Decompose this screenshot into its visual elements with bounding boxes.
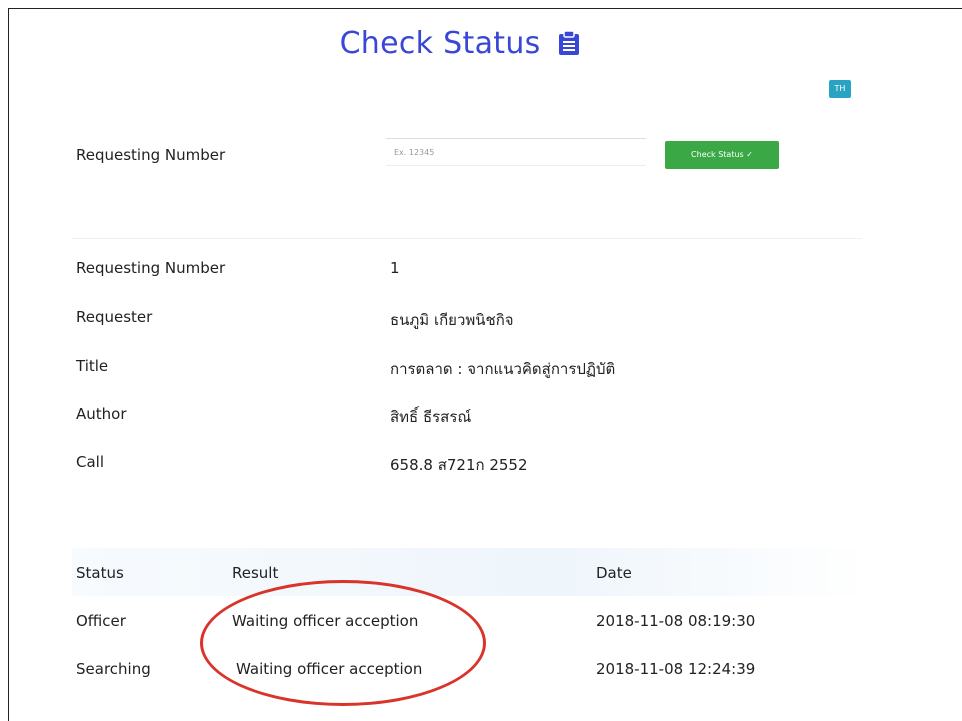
clipboard-list-icon (558, 29, 580, 64)
status-header-status: Status (76, 564, 124, 582)
date-cell: 2018-11-08 12:24:39 (596, 660, 756, 678)
detail-value: 1 (390, 259, 400, 277)
check-icon: ✓ (746, 150, 753, 159)
detail-label: Call (76, 453, 105, 471)
status-table-header (72, 548, 872, 596)
search-label: Requesting Number (76, 146, 226, 164)
status-cell: Officer (76, 612, 126, 630)
detail-value: 658.8 ส721ก 2552 (390, 456, 528, 474)
detail-label: Author (76, 405, 127, 423)
detail-label: Title (76, 357, 109, 375)
status-header-result: Result (232, 564, 279, 582)
language-toggle-button[interactable]: TH (829, 80, 851, 98)
page-title-text: Check Status (339, 26, 541, 61)
page-title: Check Status (0, 26, 920, 64)
status-header-date: Date (596, 564, 632, 582)
detail-value: ธนภูมิ เกียวพนิชกิจ (390, 311, 514, 329)
section-divider (72, 238, 862, 239)
result-cell: Waiting officer acception (232, 612, 419, 630)
check-status-button[interactable]: Check Status ✓ (665, 141, 779, 169)
result-cell: Waiting officer acception (236, 660, 423, 678)
detail-value: สิทธิ์ ธีรสรณ์ (390, 408, 472, 426)
detail-label: Requester (76, 308, 153, 326)
detail-label: Requesting Number (76, 259, 226, 277)
date-cell: 2018-11-08 08:19:30 (596, 612, 756, 630)
status-cell: Searching (76, 660, 151, 678)
detail-value: การตลาด : จากแนวคิดสู่การปฏิบัติ (390, 360, 616, 378)
check-status-button-label: Check Status (691, 150, 744, 159)
requesting-number-input[interactable] (386, 138, 646, 166)
